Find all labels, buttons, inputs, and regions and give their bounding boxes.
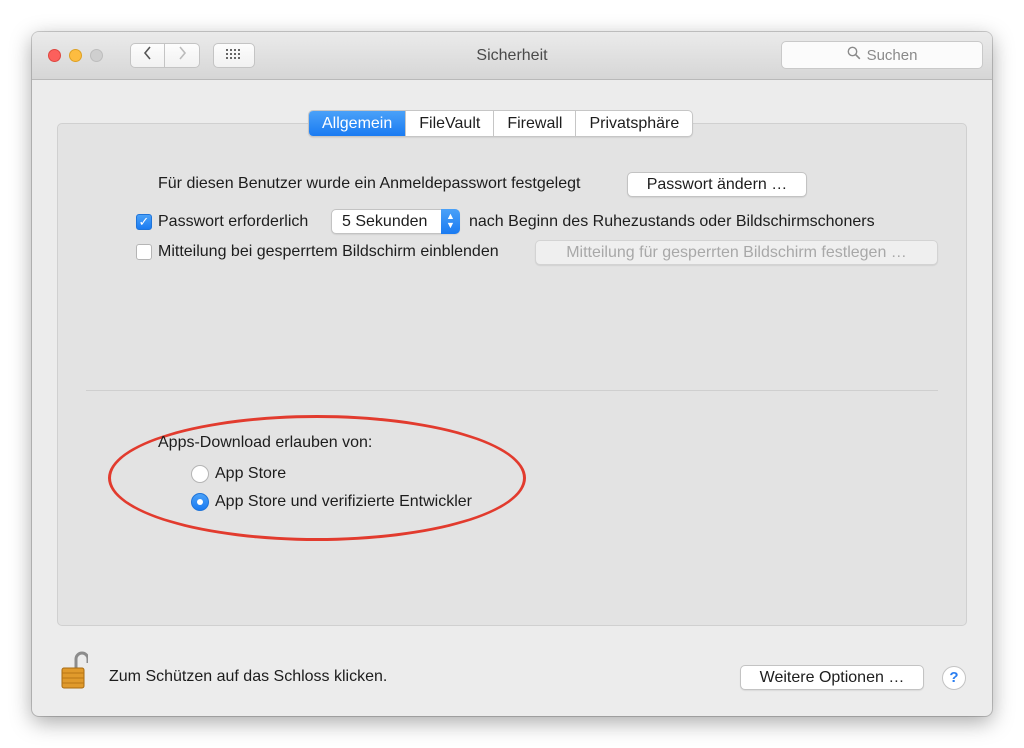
tab-firewall[interactable]: Firewall [493,111,575,136]
tab-bar: Allgemein FileVault Firewall Privatsphär… [308,110,694,137]
help-button[interactable]: ? [942,666,966,690]
tab-allgemein[interactable]: Allgemein [309,111,406,136]
search-field[interactable]: Suchen [781,41,983,69]
set-lock-message-button[interactable]: Mitteilung für gesperrten Bildschirm fes… [535,240,938,265]
search-placeholder: Suchen [866,46,918,64]
open-padlock-icon[interactable] [60,650,90,690]
password-set-text: Für diesen Benutzer wurde ein Anmeldepas… [158,175,581,192]
apps-download-heading: Apps-Download erlauben von: [158,434,373,451]
radio-app-store[interactable] [191,465,209,483]
lock-message-checkbox[interactable] [136,244,152,260]
section-divider [86,390,938,391]
content-panel [57,123,967,626]
radio-app-store-label[interactable]: App Store [215,465,286,483]
preferences-window: Sicherheit Suchen Allgemein FileVault Fi… [32,32,992,716]
require-password-checkbox[interactable]: ✓ [136,214,152,230]
title-bar: Sicherheit Suchen [32,32,992,80]
password-delay-value: 5 Sekunden [342,213,428,230]
require-password-label: Passwort erforderlich [158,213,309,230]
magnifier-icon [847,46,861,64]
tab-privatsphaere[interactable]: Privatsphäre [575,111,692,136]
tab-filevault[interactable]: FileVault [405,111,493,136]
updown-chevron-icon: ▲ ▼ [441,209,460,234]
require-password-suffix: nach Beginn des Ruhezustands oder Bildsc… [469,213,875,230]
lock-hint-text: Zum Schützen auf das Schloss klicken. [109,668,388,685]
lock-message-label: Mitteilung bei gesperrtem Bildschirm ein… [158,243,499,260]
password-delay-select[interactable]: 5 Sekunden ▲ ▼ [331,209,460,234]
radio-app-store-verified-label[interactable]: App Store und verifizierte Entwickler [215,493,472,511]
change-password-button[interactable]: Passwort ändern … [627,172,807,197]
more-options-button[interactable]: Weitere Optionen … [740,665,924,690]
radio-app-store-verified[interactable] [191,493,209,511]
